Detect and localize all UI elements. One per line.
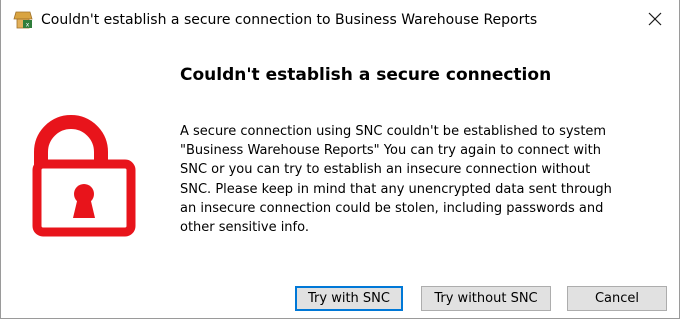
sap-logon-icon: x — [13, 11, 33, 29]
try-without-snc-button[interactable]: Try without SNC — [421, 286, 551, 311]
message-line: SNC. Please keep in mind that any unencr… — [180, 181, 612, 197]
message-line: other sensitive info. — [180, 220, 309, 236]
try-with-snc-button[interactable]: Try with SNC — [295, 286, 403, 311]
dialog-message: A secure connection using SNC couldn't b… — [180, 122, 670, 237]
title-bar: x Couldn't establish a secure connection… — [1, 0, 679, 40]
window-title: Couldn't establish a secure connection t… — [41, 12, 538, 28]
message-line: "Business Warehouse Reports" You can try… — [180, 143, 601, 159]
message-line: an insecure connection could be stolen, … — [180, 200, 604, 216]
message-line: A secure connection using SNC couldn't b… — [180, 124, 607, 139]
message-line: SNC or you can try to establish an insec… — [180, 162, 591, 178]
cancel-button[interactable]: Cancel — [567, 286, 667, 311]
unlocked-padlock-icon — [29, 100, 139, 240]
dialog-heading: Couldn't establish a secure connection — [180, 65, 552, 85]
close-icon — [648, 11, 662, 30]
close-button[interactable] — [635, 4, 675, 36]
svg-text:x: x — [26, 22, 30, 29]
dialog-window: x Couldn't establish a secure connection… — [0, 0, 680, 319]
